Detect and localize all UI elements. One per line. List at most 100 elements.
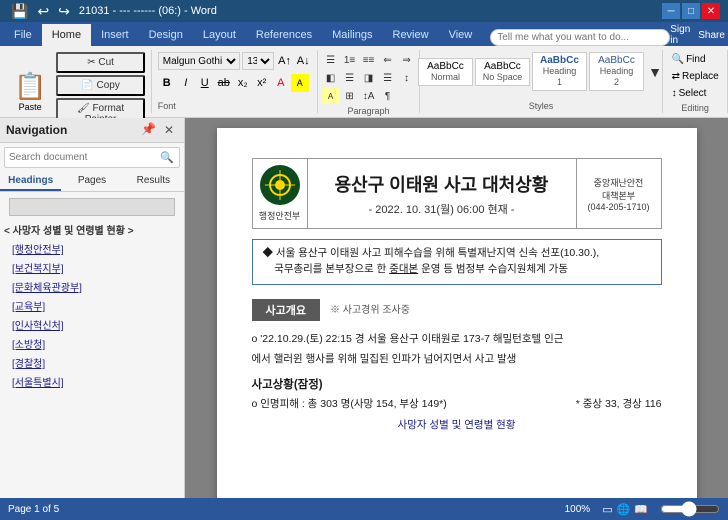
border-button[interactable]: ⊞ [341,88,359,104]
zoom-level: 100% [565,504,591,515]
replace-label: Replace [682,71,719,82]
subscript-button[interactable]: x₂ [234,74,252,92]
save-button[interactable]: 💾 [8,2,31,21]
zoom-slider[interactable] [660,501,720,517]
ribbon-group-styles: AaBbCc Normal AaBbCc No Space AaBbCc Hea… [420,50,664,113]
nav-item-5[interactable]: [소방청] [0,334,184,353]
align-left-button[interactable]: ◧ [322,70,340,86]
text-color-button[interactable]: A [272,74,290,92]
nav-tab-pages[interactable]: Pages [61,172,122,191]
underline-button[interactable]: U [196,74,214,92]
select-icon: ↕ [672,88,677,99]
redo-button[interactable]: ↪ [55,2,73,21]
nav-item-0[interactable]: [행정안전부] [0,239,184,258]
numbering-button[interactable]: 1≡ [341,52,359,68]
italic-button[interactable]: I [177,74,195,92]
align-center-button[interactable]: ☰ [341,70,359,86]
style-heading1[interactable]: AaBbCc Heading 1 [532,52,587,91]
bullets-button[interactable]: ☰ [322,52,340,68]
shading-button[interactable]: A [322,88,340,104]
search-ribbon-input[interactable] [490,29,670,46]
font-family-select[interactable]: Malgun Gothi [158,52,240,70]
tab-view[interactable]: View [439,24,483,46]
tab-design[interactable]: Design [139,24,193,46]
print-layout-button[interactable]: ▭ [602,503,612,516]
doc-header-right: 중앙재난안전 대책본부 (044-205-1710) [576,159,661,228]
nav-item-7[interactable]: [서울특별시] [0,372,184,391]
nav-close-button[interactable]: ✕ [160,122,178,138]
style-heading2-text: Heading 2 [600,66,634,87]
minimize-button[interactable]: ─ [662,3,680,19]
cut-button[interactable]: ✂ Cut [56,52,144,73]
nav-item-main[interactable]: < 사망자 성별 및 연령별 현황 > [0,220,184,239]
nav-item-3[interactable]: [교육부] [0,296,184,315]
ribbon: 📋 Paste ✂ Cut 📄 Copy 🖌 Format Painter Cl… [0,46,728,118]
styles-content: AaBbCc Normal AaBbCc No Space AaBbCc Hea… [418,52,664,91]
nav-item-4[interactable]: [인사혁신처] [0,315,184,334]
document-area[interactable]: 행정안전부 용산구 이태원 사고 대처상황 - 2022. 10. 31(월) … [185,118,728,498]
share-button[interactable]: Share [698,30,725,41]
tab-insert[interactable]: Insert [91,24,139,46]
read-mode-button[interactable]: 📖 [634,503,648,516]
paste-button[interactable]: 📋 Paste [6,67,54,116]
nav-item-6[interactable]: [경찰청] [0,353,184,372]
tab-mailings[interactable]: Mailings [322,24,382,46]
para-row1: ☰ 1≡ ≡≡ ⇐ ⇒ [322,52,416,68]
nav-search-input[interactable] [5,149,155,166]
nav-tab-results[interactable]: Results [123,172,184,191]
decrease-font-button[interactable]: A↓ [295,52,312,70]
document-page[interactable]: 행정안전부 용산구 이태원 사고 대처상황 - 2022. 10. 31(월) … [217,128,697,498]
align-right-button[interactable]: ◨ [360,70,378,86]
multilevel-button[interactable]: ≡≡ [360,52,378,68]
doc-section1-title: 사고개요 [252,299,320,321]
decrease-indent-button[interactable]: ⇐ [379,52,397,68]
sign-in-link[interactable]: Sign in [670,24,690,46]
increase-font-button[interactable]: A↑ [276,52,293,70]
undo-button[interactable]: ↩ [34,2,52,21]
find-label: Find [686,54,705,65]
bold-button[interactable]: B [158,74,176,92]
font-size-select[interactable]: 13 [242,52,274,70]
doc-agency-label: 행정안전부 [259,209,300,222]
show-formatting-button[interactable]: ¶ [379,88,397,104]
highlight-button[interactable]: A [291,74,309,92]
tab-home[interactable]: Home [42,24,91,46]
tab-references[interactable]: References [246,24,322,46]
style-heading1-text: Heading 1 [543,66,577,87]
close-button[interactable]: ✕ [702,3,720,19]
increase-indent-button[interactable]: ⇒ [398,52,416,68]
tab-layout[interactable]: Layout [193,24,246,46]
nav-search-box[interactable]: 🔍 [4,147,180,168]
status-bar-right: 100% ▭ 🌐 📖 [565,501,720,517]
style-nospace-label: AaBbCc [484,61,521,72]
nav-item-2[interactable]: [문화체육관광부] [0,277,184,296]
copy-button[interactable]: 📄 Copy [56,75,144,96]
doc-logo-emblem [260,165,300,205]
nav-header: Navigation 📌 ✕ [0,118,184,143]
replace-button[interactable]: ⇄ Replace [668,69,723,84]
doc-highlight-text1: ◆ 서울 용산구 이태원 사고 피해수습을 위해 특별재난지역 신속 선포(10… [263,246,651,262]
style-normal[interactable]: AaBbCc Normal [418,58,473,86]
web-layout-button[interactable]: 🌐 [617,503,631,516]
strikethrough-button[interactable]: ab [215,74,233,92]
sort-button[interactable]: ↕A [360,88,378,104]
superscript-button[interactable]: x² [253,74,271,92]
justify-button[interactable]: ☰ [379,70,397,86]
nav-item-1[interactable]: [보건복지부] [0,258,184,277]
ribbon-group-paragraph: ☰ 1≡ ≡≡ ⇐ ⇒ ◧ ☰ ◨ ☰ ↕ A ⊞ ↕A ¶ Paragraph [318,50,419,113]
tab-file[interactable]: File [4,24,42,46]
style-nospace[interactable]: AaBbCc No Space [475,58,530,86]
tab-review[interactable]: Review [383,24,439,46]
nav-title: Navigation [6,123,67,137]
nav-tab-headings[interactable]: Headings [0,172,61,191]
style-heading2[interactable]: AaBbCc Heading 2 [589,52,644,91]
line-spacing-button[interactable]: ↕ [398,70,416,86]
nav-header-buttons: 📌 ✕ [141,122,178,138]
search-icon[interactable]: 🔍 [155,148,179,167]
styles-more-button[interactable]: ▼ [646,64,664,80]
select-button[interactable]: ↕ Select [668,86,723,101]
find-button[interactable]: 🔍 Find [668,52,723,67]
restore-button[interactable]: □ [682,3,700,19]
doc-header-box: 행정안전부 용산구 이태원 사고 대처상황 - 2022. 10. 31(월) … [252,158,662,229]
doc-section2-title: 사고상황(잠정) [252,376,662,392]
